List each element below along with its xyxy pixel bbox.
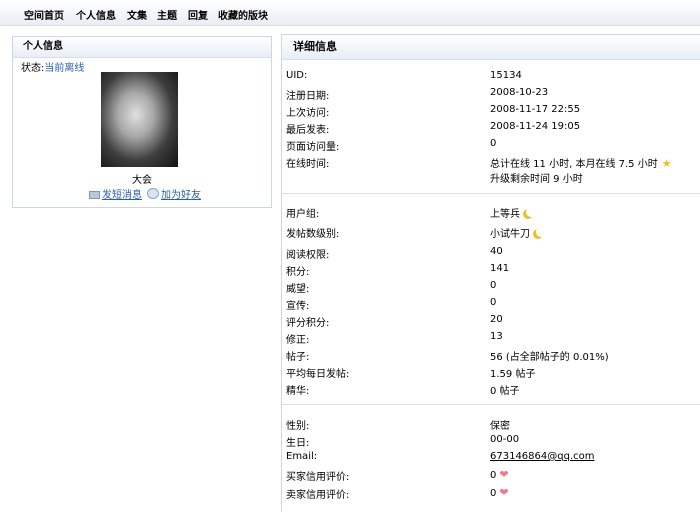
digest-value: 0 帖子: [490, 386, 520, 397]
last-visit-value: 2008-11-17 22:55: [490, 104, 581, 115]
post-level-value: 小试牛刀: [490, 225, 546, 240]
last-visit-label: 上次访问:: [286, 108, 330, 119]
adjust-label: 修正:: [286, 335, 310, 346]
posts-value: 56 (占全部帖子的 0.01%): [490, 352, 609, 363]
reg-label: 注册日期:: [286, 91, 330, 102]
seller-rating-text: 0: [490, 488, 497, 499]
nav-replies[interactable]: 回复: [188, 7, 208, 22]
buyer-rating-label: 买家信用评价:: [286, 472, 350, 483]
divider: [282, 404, 700, 405]
post-level-label: 发帖数级别:: [286, 229, 340, 240]
gender-value: 保密: [490, 421, 510, 432]
username: 大会: [132, 175, 152, 186]
promo-label: 宣传:: [286, 301, 310, 312]
page-views-value: 0: [490, 138, 497, 149]
post-level-text: 小试牛刀: [490, 229, 530, 240]
avg-label: 平均每日发帖:: [286, 369, 350, 380]
group-text: 上等兵: [490, 209, 520, 220]
status-line: 状态:当前离线: [21, 59, 84, 74]
online-value: 总计在线 11 小时, 本月在线 7.5 小时 ★ 升级剩余时间 9 小时: [490, 155, 672, 185]
gender-label: 性别:: [286, 421, 310, 432]
seller-rating-value: 0 ❤: [490, 486, 509, 499]
nav-personal-info[interactable]: 个人信息: [76, 7, 116, 22]
nav-space-home[interactable]: 空间首页: [24, 7, 64, 22]
panel-title: 个人信息: [13, 37, 271, 58]
points-label: 积分:: [286, 267, 310, 278]
avatar: [101, 72, 178, 167]
nav-favorite-boards[interactable]: 收藏的版块: [218, 7, 268, 22]
nav-articles[interactable]: 文集: [127, 7, 147, 22]
buyer-rating-value: 0 ❤: [490, 468, 509, 481]
read-perm-value: 40: [490, 246, 503, 257]
read-perm-label: 阅读权限:: [286, 250, 330, 261]
status-label: 状态:: [21, 63, 45, 74]
email-label: Email:: [286, 451, 318, 462]
moon-icon: [526, 207, 536, 217]
adjust-value: 13: [490, 331, 503, 342]
buyer-rating-text: 0: [490, 470, 497, 481]
digest-label: 精华:: [286, 386, 310, 397]
last-post-label: 最后发表:: [286, 125, 330, 136]
seller-rating-label: 卖家信用评价:: [286, 490, 350, 501]
send-message-label: 发短消息: [102, 190, 142, 201]
add-friend-button[interactable]: 加为好友: [147, 186, 201, 201]
envelope-icon: [89, 191, 100, 199]
promo-value: 0: [490, 297, 497, 308]
page-views-label: 页面访问量:: [286, 142, 340, 153]
heart-icon: ❤: [499, 486, 509, 499]
birthday-value: 00-00: [490, 434, 520, 445]
points-value: 141: [490, 263, 510, 274]
online-label: 在线时间:: [286, 159, 330, 170]
reg-value: 2008-10-23: [490, 87, 549, 98]
avg-value: 1.59 帖子: [490, 369, 536, 380]
nav-topics[interactable]: 主题: [157, 7, 177, 22]
add-friend-label: 加为好友: [161, 190, 201, 201]
status-value: 当前离线: [44, 63, 85, 74]
detail-panel: 详细信息 UID: 15134 注册日期: 2008-10-23 上次访问: 2…: [281, 34, 700, 512]
birthday-label: 生日:: [286, 438, 310, 449]
rating-value: 20: [490, 314, 503, 325]
uid-label: UID:: [286, 70, 308, 81]
posts-label: 帖子:: [286, 352, 310, 363]
personal-info-panel: 个人信息 状态:当前离线 大会 发短消息 加为好友: [12, 36, 272, 208]
group-label: 用户组:: [286, 209, 320, 220]
star-icon: ★: [661, 157, 672, 170]
prestige-value: 0: [490, 280, 497, 291]
prestige-label: 威望:: [286, 284, 310, 295]
uid-value: 15134: [490, 70, 522, 81]
rating-label: 评分积分:: [286, 318, 330, 329]
last-post-value: 2008-11-24 19:05: [490, 121, 581, 132]
email-link[interactable]: 673146864@qq.com: [490, 451, 595, 462]
panel-title-detail: 详细信息: [282, 35, 700, 60]
online-line-2: 升级剩余时间 9 小时: [490, 174, 583, 185]
top-nav: 空间首页 个人信息 文集 主题 回复 收藏的版块: [0, 0, 700, 26]
divider: [282, 193, 700, 194]
add-friend-icon: [147, 188, 159, 199]
send-message-button[interactable]: 发短消息: [89, 186, 142, 201]
online-line-1: 总计在线 11 小时, 本月在线 7.5 小时: [490, 159, 658, 170]
heart-icon: ❤: [499, 468, 509, 481]
group-value: 上等兵: [490, 205, 536, 220]
moon-icon: [536, 227, 546, 237]
